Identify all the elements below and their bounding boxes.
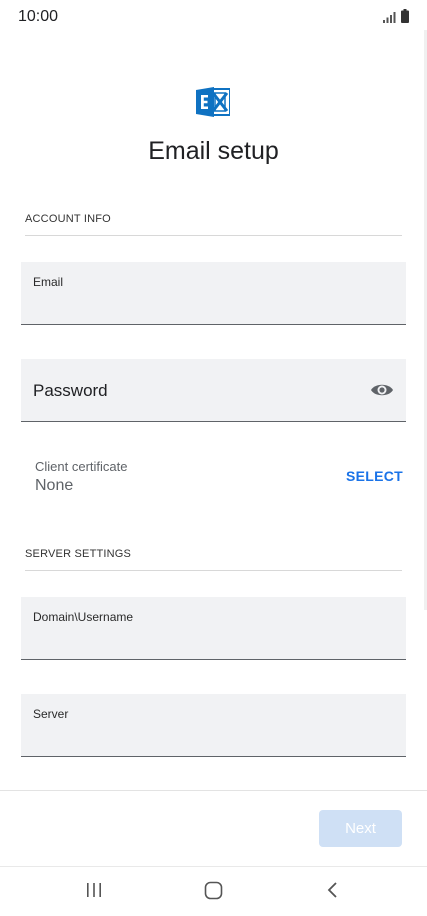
section-header-account-info: ACCOUNT INFO xyxy=(25,213,111,225)
recent-apps-icon[interactable] xyxy=(85,881,103,899)
status-bar: 10:00 xyxy=(0,0,427,34)
email-field[interactable]: Email xyxy=(21,262,406,325)
section-header-server-settings: SERVER SETTINGS xyxy=(25,548,132,560)
signal-icon xyxy=(383,12,396,23)
select-certificate-button[interactable]: SELECT xyxy=(346,468,403,484)
page-title: Email setup xyxy=(148,137,279,165)
home-icon[interactable] xyxy=(204,881,223,900)
section-divider xyxy=(25,570,402,571)
back-icon[interactable] xyxy=(325,881,341,899)
server-field[interactable]: Server xyxy=(21,694,406,757)
password-field[interactable]: Password xyxy=(21,359,406,422)
next-button[interactable]: Next xyxy=(319,810,402,847)
section-divider xyxy=(25,235,402,236)
domain-username-field[interactable]: Domain\Username xyxy=(21,597,406,660)
domain-username-field-label: Domain\Username xyxy=(33,610,134,624)
navigation-bar xyxy=(0,867,427,916)
eye-icon[interactable] xyxy=(370,381,394,399)
footer-divider xyxy=(0,790,427,791)
email-field-label: Email xyxy=(33,275,64,289)
exchange-logo-icon xyxy=(196,87,230,117)
battery-icon xyxy=(401,9,409,23)
server-field-label: Server xyxy=(33,707,69,721)
client-certificate-value: None xyxy=(35,477,74,494)
password-field-label: Password xyxy=(33,381,108,400)
client-certificate-label: Client certificate xyxy=(35,459,128,474)
status-time: 10:00 xyxy=(18,8,59,25)
